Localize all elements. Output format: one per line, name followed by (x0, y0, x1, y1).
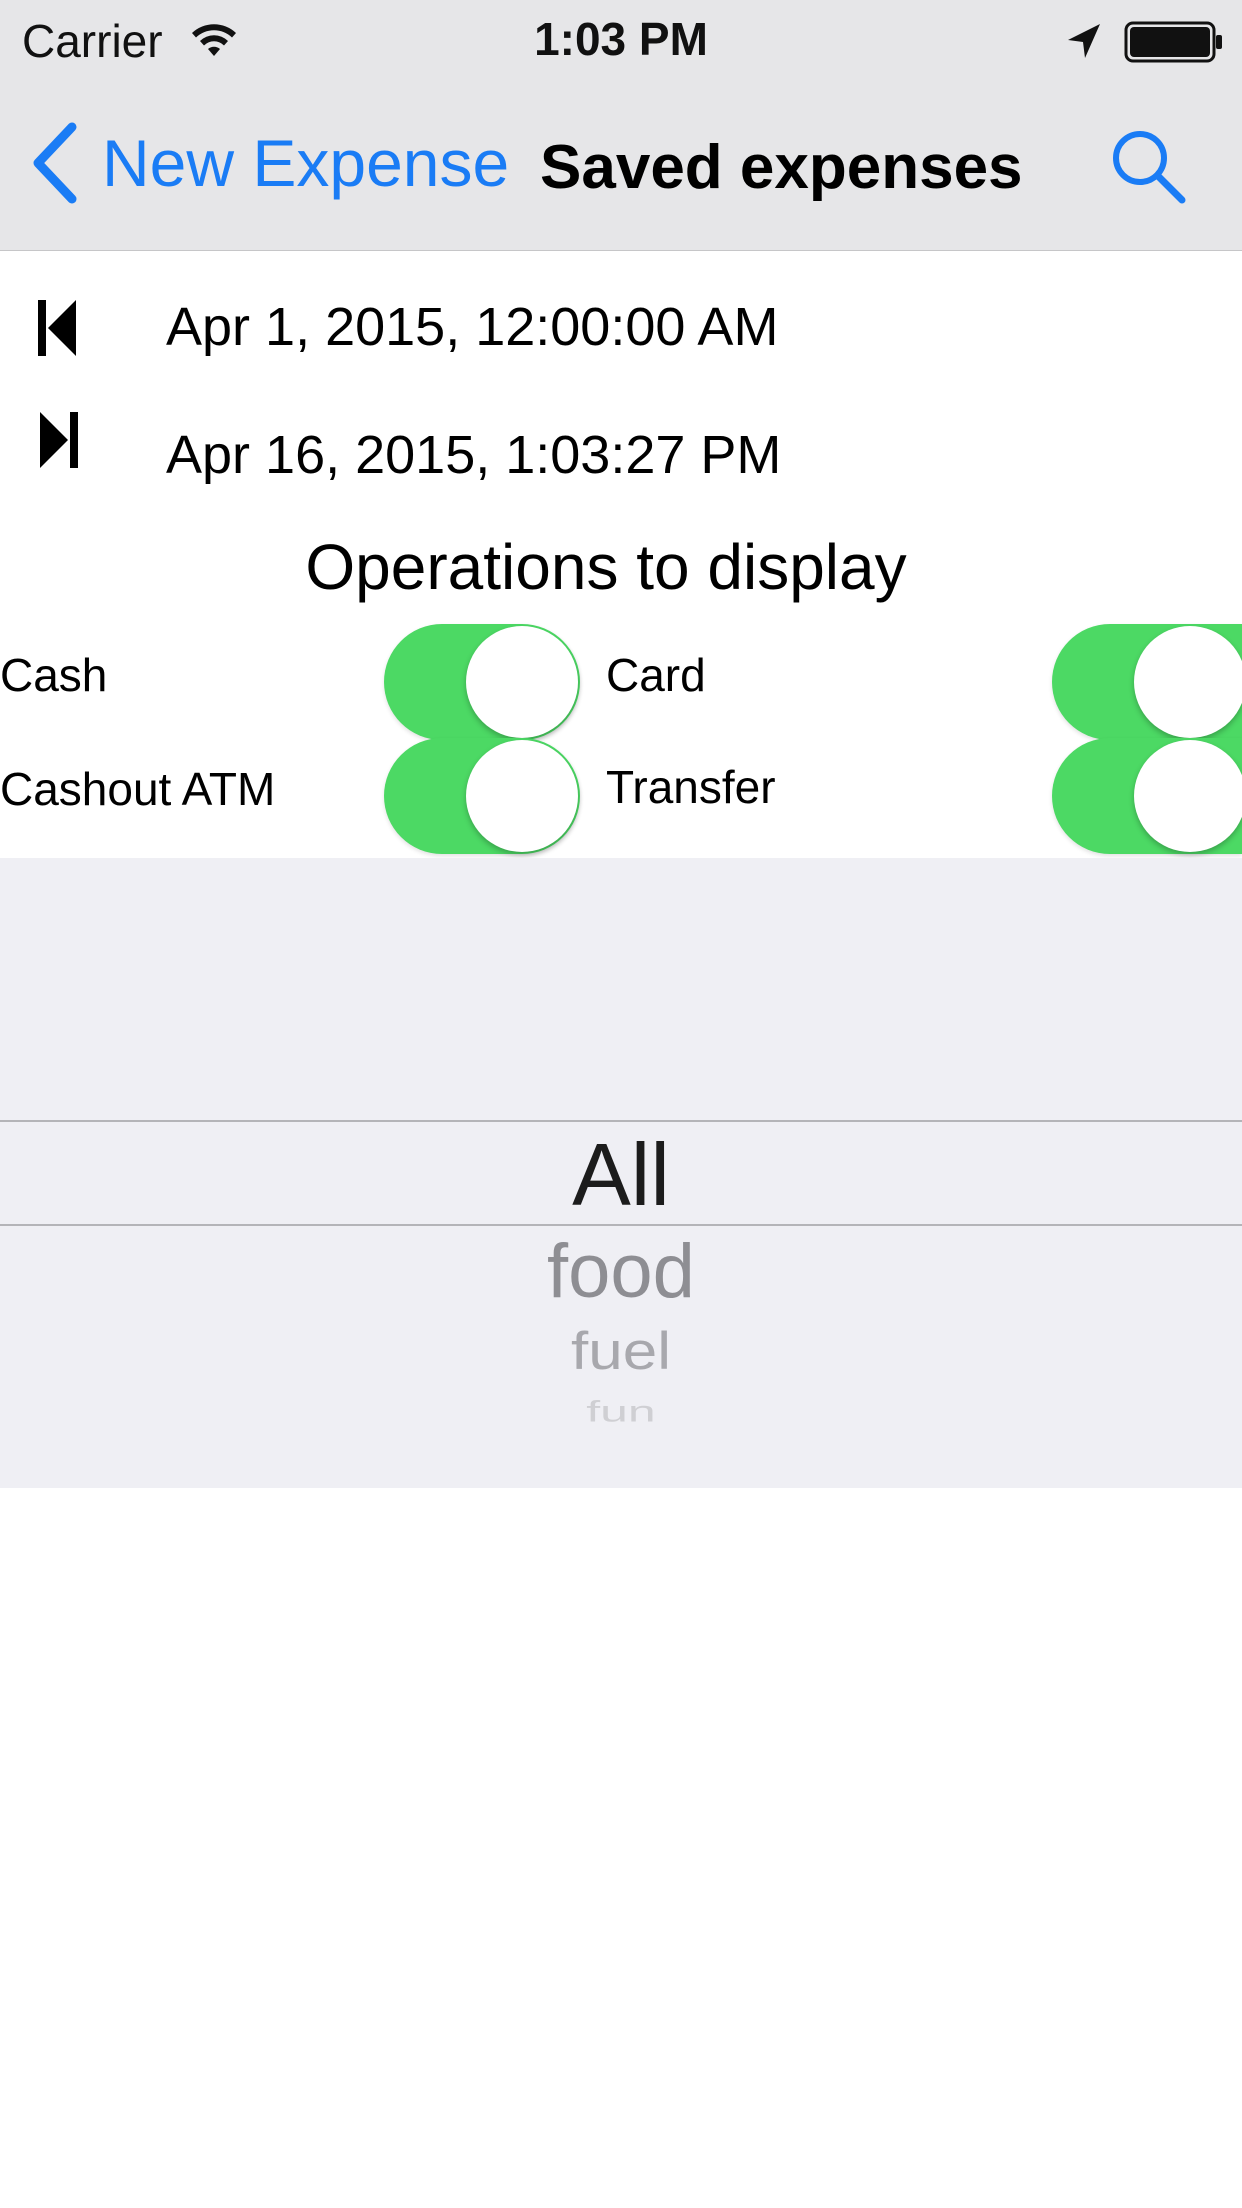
toggle-knob (466, 626, 578, 738)
search-icon[interactable] (1106, 124, 1190, 208)
battery-icon (1124, 21, 1222, 63)
picker-item[interactable]: fuel (0, 1321, 1242, 1381)
cash-toggle-label: Cash (0, 649, 108, 701)
back-chevron-icon (33, 122, 77, 204)
cash-toggle[interactable] (384, 624, 580, 740)
transfer-toggle[interactable] (1052, 738, 1242, 854)
toggle-knob (1134, 740, 1242, 852)
page-title: Saved expenses (540, 133, 1023, 202)
start-date-row[interactable]: Apr 1, 2015, 12:00:00 AM (0, 270, 1242, 380)
back-button-label: New Expense (102, 126, 510, 200)
card-toggle[interactable] (1052, 624, 1242, 740)
toggle-knob (466, 740, 578, 852)
end-date-row[interactable]: Apr 16, 2015, 1:03:27 PM (0, 400, 1242, 510)
picker-item[interactable]: food (0, 1228, 1242, 1315)
top-bar: Carrier 1:03 PM New Expense Saved expens… (0, 0, 1242, 251)
status-bar: Carrier 1:03 PM (0, 0, 1242, 84)
card-toggle-label: Card (606, 649, 706, 701)
navigation-bar: New Expense Saved expenses (0, 84, 1242, 250)
back-button[interactable]: New Expense (30, 118, 509, 208)
skip-to-end-icon[interactable] (36, 410, 80, 470)
toggle-knob (1134, 626, 1242, 738)
status-time: 1:03 PM (534, 13, 708, 65)
skip-to-start-icon[interactable] (36, 298, 80, 358)
location-arrow-icon (1068, 24, 1100, 58)
cashout-atm-toggle-label: Cashout ATM (0, 763, 276, 815)
picker-item[interactable]: fun (0, 1394, 1242, 1424)
category-picker[interactable]: All food fuel fun (0, 858, 1242, 1488)
operations-title: Operations to display (305, 531, 907, 603)
picker-item-selected[interactable]: All (0, 1124, 1242, 1226)
start-date-value[interactable]: Apr 1, 2015, 12:00:00 AM (166, 296, 778, 358)
transfer-toggle-label: Transfer (606, 761, 776, 813)
cashout-atm-toggle[interactable] (384, 738, 580, 854)
end-date-value[interactable]: Apr 16, 2015, 1:03:27 PM (166, 424, 781, 486)
